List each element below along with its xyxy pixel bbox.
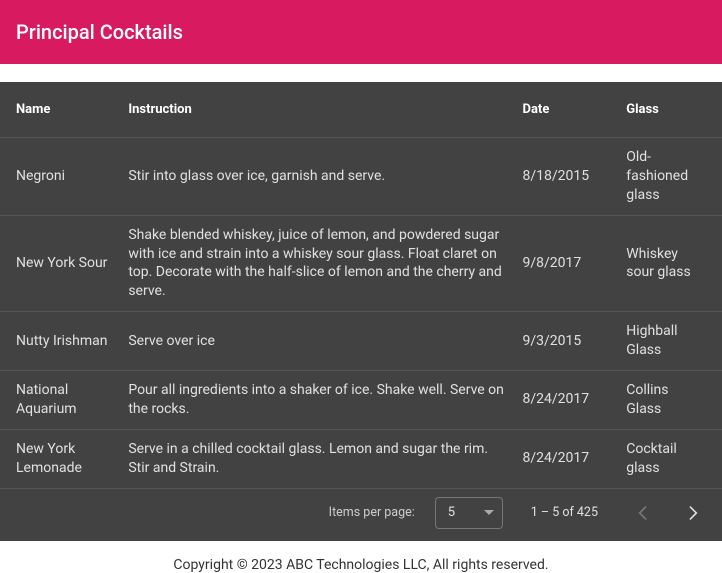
cell-glass: Cocktail glass: [618, 429, 722, 487]
col-header-date[interactable]: Date: [515, 82, 619, 138]
cell-date: 9/8/2017: [515, 215, 619, 312]
chevron-down-icon: [484, 510, 494, 515]
cell-glass: Whiskey sour glass: [618, 215, 722, 312]
col-header-instruction[interactable]: Instruction: [120, 82, 514, 138]
cell-date: 8/24/2017: [515, 429, 619, 487]
table-row[interactable]: New York SourShake blended whiskey, juic…: [0, 215, 722, 312]
cocktails-table: Name Instruction Date Glass NegroniStir …: [0, 82, 722, 488]
cell-name: National Aquarium: [0, 371, 120, 430]
table-row[interactable]: New York LemonadeServe in a chilled cock…: [0, 429, 722, 487]
cell-instruction: Stir into glass over ice, garnish and se…: [120, 138, 514, 216]
cell-instruction: Serve over ice: [120, 312, 514, 371]
chevron-right-icon: [689, 506, 699, 520]
cell-name: Negroni: [0, 138, 120, 216]
header-gap: [0, 64, 722, 82]
cell-name: New York Sour: [0, 215, 120, 312]
paginator: Items per page: 5 1 – 5 of 425: [0, 488, 722, 541]
cocktails-table-container: Name Instruction Date Glass NegroniStir …: [0, 82, 722, 541]
paginator-next-button[interactable]: [678, 497, 710, 529]
items-per-page-select[interactable]: 5: [435, 497, 503, 529]
paginator-range-label: 1 – 5 of 425: [531, 505, 598, 520]
cell-instruction: Shake blended whiskey, juice of lemon, a…: [120, 215, 514, 312]
items-per-page-label: Items per page:: [329, 505, 415, 520]
app-header: Principal Cocktails: [0, 0, 722, 64]
cell-date: 9/3/2015: [515, 312, 619, 371]
cell-glass: Collins Glass: [618, 371, 722, 430]
cell-name: New York Lemonade: [0, 429, 120, 487]
page-title: Principal Cocktails: [16, 20, 183, 44]
cell-glass: Old-fashioned glass: [618, 138, 722, 216]
cell-instruction: Serve in a chilled cocktail glass. Lemon…: [120, 429, 514, 487]
table-row[interactable]: National AquariumPour all ingredients in…: [0, 371, 722, 430]
cell-date: 8/24/2017: [515, 371, 619, 430]
cell-glass: Highball Glass: [618, 312, 722, 371]
cell-name: Nutty Irishman: [0, 312, 120, 371]
cell-instruction: Pour all ingredients into a shaker of ic…: [120, 371, 514, 430]
items-per-page-value: 5: [448, 505, 455, 520]
table-header-row: Name Instruction Date Glass: [0, 82, 722, 138]
paginator-prev-button[interactable]: [626, 497, 658, 529]
cell-date: 8/18/2015: [515, 138, 619, 216]
chevron-left-icon: [637, 506, 647, 520]
table-row[interactable]: Nutty IrishmanServe over ice9/3/2015High…: [0, 312, 722, 371]
col-header-glass[interactable]: Glass: [618, 82, 722, 138]
col-header-name[interactable]: Name: [0, 82, 120, 138]
table-row[interactable]: NegroniStir into glass over ice, garnish…: [0, 138, 722, 216]
footer-copyright: Copyright © 2023 ABC Technologies LLC, A…: [0, 541, 722, 573]
